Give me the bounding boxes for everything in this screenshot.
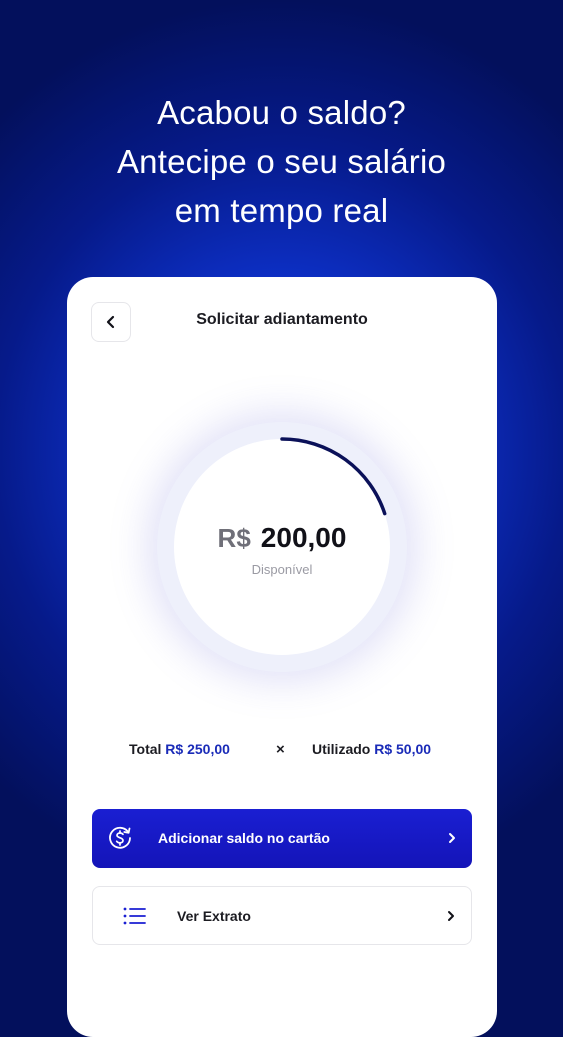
screen-title: Solicitar adiantamento [67, 311, 497, 329]
balance-caption: Disponível [251, 562, 313, 577]
used-label: Utilizado [312, 741, 371, 757]
screen-title-text: Solicitar adiantamento [196, 311, 368, 328]
chevron-right-icon [448, 911, 454, 921]
headline-line-1: Acabou o saldo? [157, 94, 406, 131]
promo-headline: Acabou o saldo? Antecipe o seu salário e… [0, 88, 563, 235]
headline-line-2: Antecipe o seu salário [116, 143, 447, 180]
gauge-progress-arc [280, 437, 387, 516]
balance-amount: 200,00 [260, 522, 347, 553]
total-label: Total [129, 741, 162, 757]
add-balance-label: Adicionar saldo no cartão [158, 830, 330, 846]
balance-currency: R$ [217, 523, 251, 553]
balance-amount-row: R$ 200,00 [157, 522, 407, 554]
total-value: R$ 250,00 [165, 741, 230, 757]
add-balance-button[interactable]: Adicionar saldo no cartão [92, 809, 472, 868]
used-summary: Utilizado R$ 50,00 [312, 741, 431, 757]
view-statement-button[interactable]: Ver Extrato [92, 886, 472, 945]
total-summary: Total R$ 250,00 [129, 741, 230, 757]
dollar-refresh-icon [109, 826, 131, 849]
view-statement-label: Ver Extrato [177, 908, 251, 924]
list-icon [123, 907, 146, 925]
headline-line-3: em tempo real [174, 192, 389, 229]
totals-separator: × [276, 741, 285, 758]
phone-screen-card: Solicitar adiantamento R$ 200,00 Disponív… [67, 277, 497, 1037]
balance-gauge: R$ 200,00 Disponível [157, 422, 407, 672]
used-value: R$ 50,00 [374, 741, 432, 757]
chevron-right-icon [449, 833, 455, 843]
